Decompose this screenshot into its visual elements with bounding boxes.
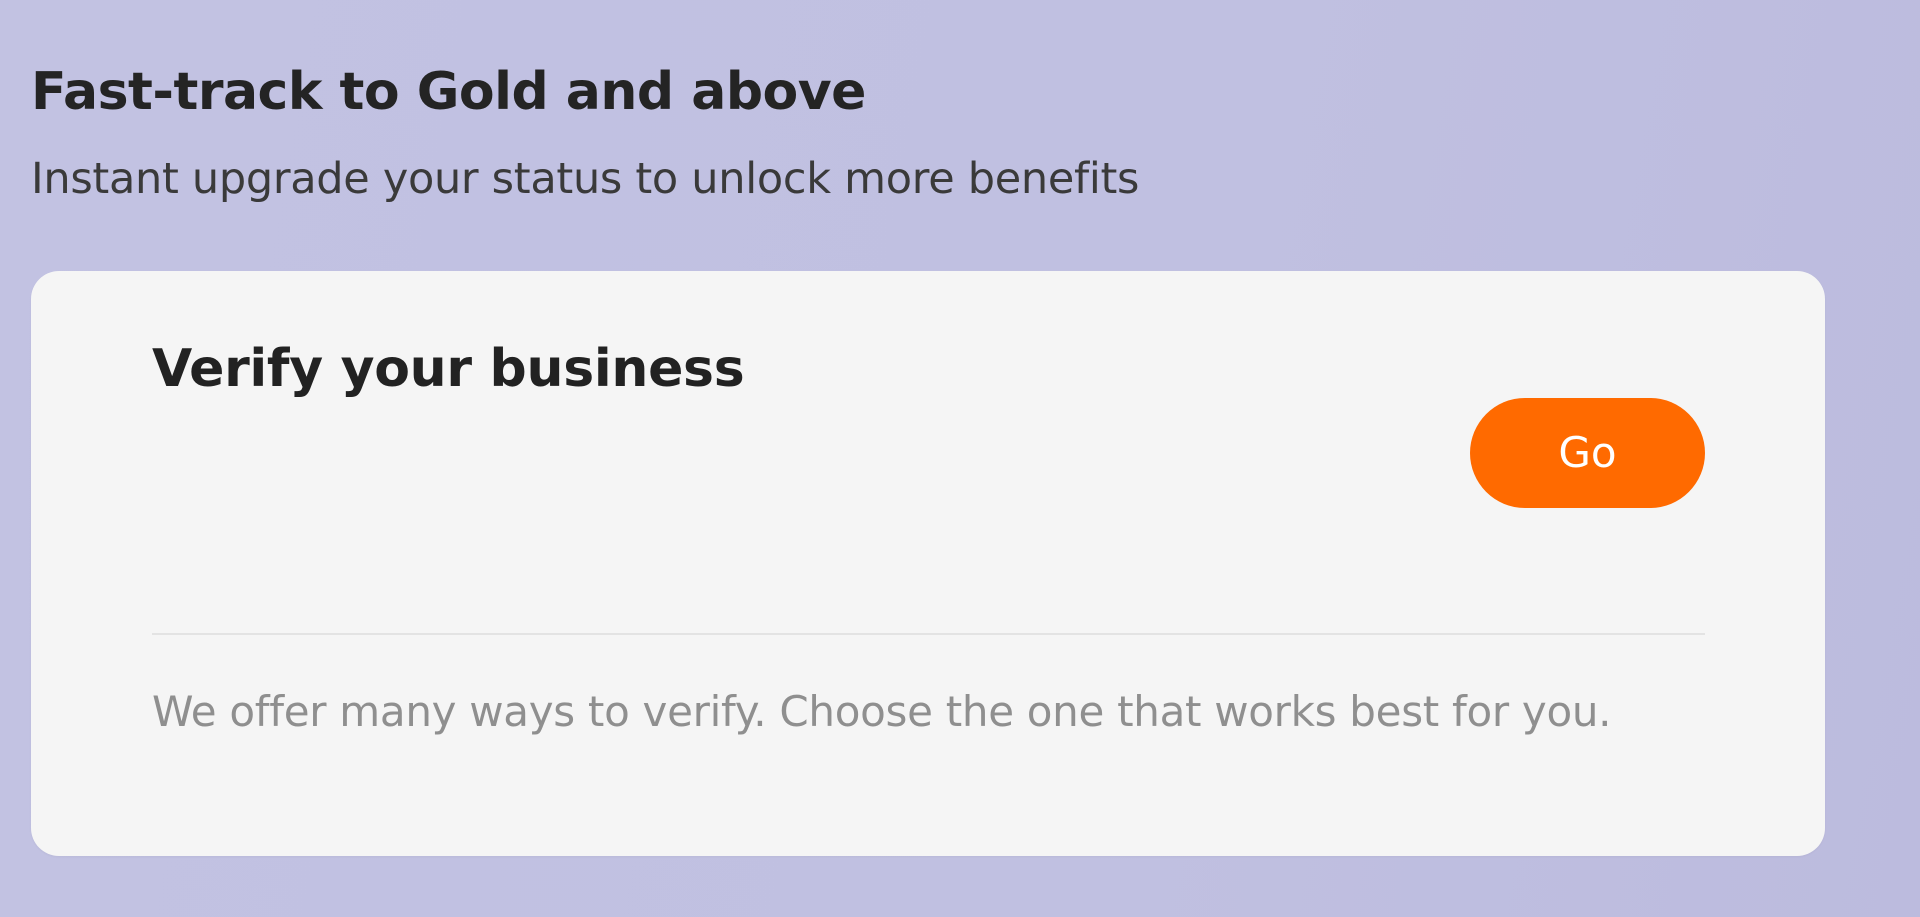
- verify-business-card: Verify your business Go We offer many wa…: [31, 271, 1825, 856]
- section-subtitle: Instant upgrade your status to unlock mo…: [31, 154, 1140, 204]
- section-title: Fast-track to Gold and above: [31, 62, 866, 122]
- card-title: Verify your business: [152, 339, 745, 399]
- card-divider: [152, 633, 1705, 635]
- card-description: We offer many ways to verify. Choose the…: [152, 687, 1612, 736]
- go-button[interactable]: Go: [1470, 398, 1705, 508]
